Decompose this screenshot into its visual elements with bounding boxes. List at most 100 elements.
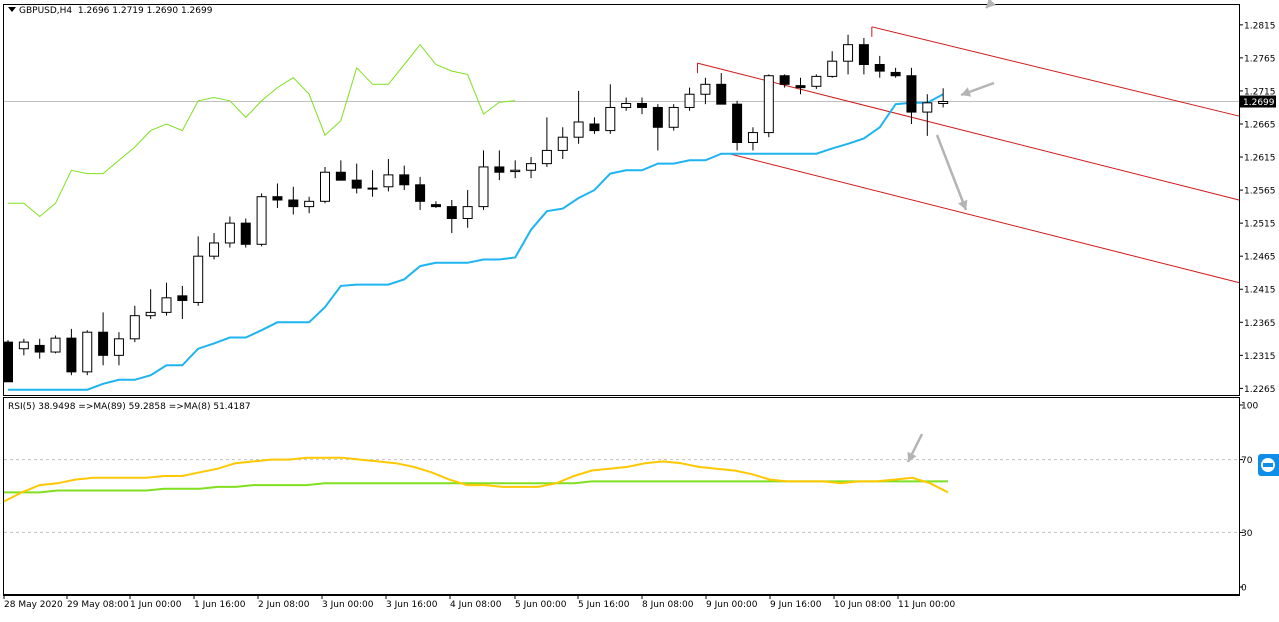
price-label: 1.2465 [1244, 253, 1276, 263]
candle-body [747, 132, 758, 143]
candle-body [557, 136, 568, 151]
ohlc-values: 1.2696 1.2719 1.2690 1.2699 [77, 6, 213, 16]
time-label: 4 Jun 08:00 [450, 600, 502, 610]
candle-body [716, 83, 727, 105]
candle [240, 218, 251, 248]
double-arrow-icon [1263, 463, 1273, 467]
candle-body [415, 184, 426, 202]
candle [304, 196, 315, 214]
main-chart-frame [3, 4, 1240, 396]
price-label: 1.2265 [1244, 385, 1276, 395]
candle [668, 104, 679, 131]
candle-body [462, 206, 473, 220]
candle [161, 282, 172, 316]
price-label: 1.2365 [1244, 319, 1276, 329]
chevron-down-icon[interactable] [8, 7, 16, 12]
time-label: 3 Jun 16:00 [386, 600, 438, 610]
candle [621, 97, 632, 111]
channel-median-line [697, 62, 1240, 201]
candle-body [779, 75, 790, 85]
candle-body [526, 163, 537, 171]
candle-body [240, 222, 251, 245]
candle [890, 67, 901, 78]
candle [82, 330, 93, 376]
candle [684, 87, 695, 111]
candle-body [858, 44, 869, 65]
time-label: 9 Jun 16:00 [770, 600, 822, 610]
chart-canvas[interactable]: 1.28151.27651.27151.26651.26151.25651.25… [0, 0, 1279, 618]
candle-body [621, 102, 632, 108]
candle [573, 90, 584, 144]
candle [795, 77, 806, 95]
candle [288, 186, 299, 215]
candle [34, 338, 45, 359]
time-label: 1 Jun 16:00 [194, 600, 246, 610]
rsi-label: 100 [1241, 402, 1258, 412]
rsi-label: 70 [1241, 456, 1253, 466]
candle-body [589, 123, 600, 132]
price-label: 1.2615 [1244, 154, 1276, 164]
candle-body [732, 103, 743, 143]
candle [510, 160, 521, 179]
candle-body [652, 106, 663, 128]
candle [320, 166, 330, 204]
candle [526, 157, 537, 179]
candle [66, 328, 77, 376]
candle [494, 150, 505, 181]
candle-body [50, 337, 61, 353]
candle-body [763, 75, 774, 134]
symbol-header: GBPUSD,H4 1.2696 1.2719 1.2690 1.2699 [8, 6, 212, 16]
candle-body [383, 174, 394, 188]
candle [637, 97, 647, 115]
teamviewer-button[interactable] [1258, 454, 1279, 476]
price-label: 1.2415 [1244, 286, 1276, 296]
candle-body [795, 85, 806, 89]
candle [3, 340, 13, 383]
candle-body [272, 196, 283, 201]
price-label: 1.2765 [1244, 54, 1276, 64]
time-label: 11 Jun 00:00 [898, 600, 955, 610]
candle-body [874, 63, 885, 72]
time-label: 3 Jun 00:00 [322, 600, 374, 610]
time-label: 28 May 2020 [4, 600, 63, 610]
candle [605, 84, 616, 134]
candle-body [890, 71, 901, 77]
candle-body [335, 171, 346, 181]
candle [874, 55, 885, 78]
candle [335, 160, 346, 181]
arrow-target-down [935, 134, 968, 211]
candle [224, 216, 235, 248]
candle-body [256, 196, 267, 245]
ma-blue-line [8, 93, 944, 391]
time-label: 2 Jun 08:00 [258, 600, 310, 610]
chart-window[interactable]: 1.2815 1.2765 1.2715 1.2665 1.2615 1.2565 1.25… [0, 0, 1279, 618]
candle-body [34, 344, 45, 353]
candle-body [367, 187, 378, 190]
candle-body [811, 75, 822, 87]
candle [541, 117, 552, 167]
candle-body [320, 171, 330, 202]
candle [209, 233, 220, 260]
symbol-label: GBPUSD,H4 [19, 6, 73, 16]
current-price-label: 1.2699 [1243, 98, 1275, 108]
arrow-to-current-price [960, 81, 995, 97]
candle-body [478, 166, 489, 208]
candle [652, 104, 663, 151]
time-label: 5 Jun 00:00 [515, 600, 567, 610]
candle-body [209, 242, 220, 257]
candle-body [637, 102, 647, 108]
ma-green-line [8, 43, 516, 218]
candle [827, 51, 838, 78]
candle-body [399, 174, 410, 186]
main-chart [3, 26, 1240, 391]
time-label: 9 Jun 00:00 [706, 600, 758, 610]
candle-body [605, 106, 616, 132]
axes: 1.28151.27651.27151.26651.26151.25651.25… [3, 21, 1276, 610]
candle [177, 285, 188, 319]
candle [589, 117, 600, 134]
price-label: 1.2565 [1244, 187, 1276, 197]
candle [399, 165, 410, 191]
price-label: 1.2665 [1244, 120, 1276, 130]
candle-body [224, 222, 235, 244]
rsi-ma8-line [3, 456, 949, 503]
